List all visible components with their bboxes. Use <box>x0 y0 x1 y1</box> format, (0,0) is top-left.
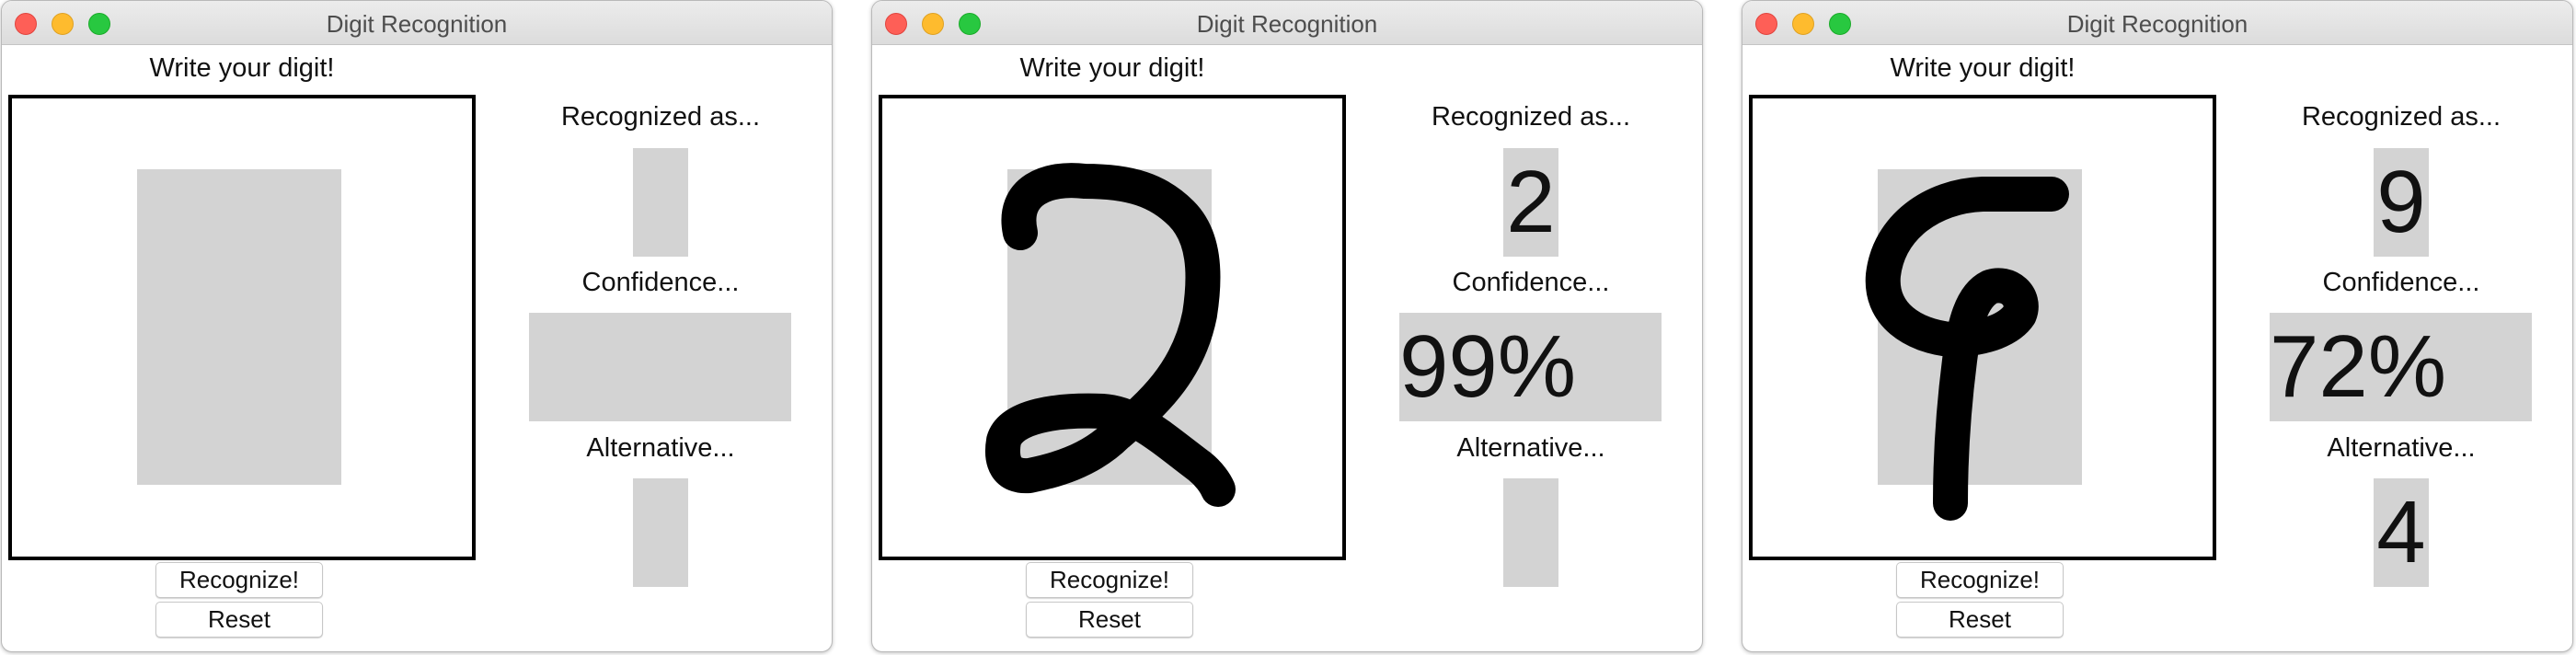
recognized-label: Recognized as... <box>1431 102 1630 132</box>
alternative-value <box>615 478 707 587</box>
alternative-label: Alternative... <box>586 433 735 463</box>
reset-button[interactable]: Reset <box>155 602 323 638</box>
recognized-value <box>615 148 707 257</box>
drawing-canvas[interactable] <box>8 95 476 560</box>
alternative-value <box>1485 478 1577 587</box>
window-3: Digit Recognition Write your digit! Reco… <box>1742 0 2573 652</box>
draw-label: Write your digit! <box>149 53 335 83</box>
handwritten-digit-two <box>985 163 1236 507</box>
window-title: Digit Recognition <box>326 10 508 38</box>
drawing-canvas[interactable] <box>879 95 1346 560</box>
reset-button[interactable]: Reset <box>1896 602 2064 638</box>
recognize-button[interactable]: Recognize! <box>1896 562 2064 598</box>
recognized-box: 2 <box>1503 148 1558 257</box>
confidence-box: 99% <box>1399 313 1662 421</box>
alternative-box <box>1503 478 1558 587</box>
confidence-label: Confidence... <box>581 268 740 297</box>
alternative-label: Alternative... <box>1456 433 1605 463</box>
confidence-label: Confidence... <box>2322 268 2480 297</box>
recognized-value: 2 <box>1506 153 1556 251</box>
confidence-box: 72% <box>2270 313 2532 421</box>
alternative-box <box>633 478 688 587</box>
drawing-canvas[interactable] <box>1749 95 2216 560</box>
window-2: Digit Recognition Write your digit! Reco… <box>871 0 1703 652</box>
draw-label: Write your digit! <box>1019 53 1205 83</box>
window-1: Digit Recognition Write your digit! Reco… <box>1 0 833 652</box>
recognize-button[interactable]: Recognize! <box>1026 562 1193 598</box>
recognized-label: Recognized as... <box>2301 102 2501 132</box>
recognize-button[interactable]: Recognize! <box>155 562 323 598</box>
reset-button[interactable]: Reset <box>1026 602 1193 638</box>
confidence-box <box>529 313 791 421</box>
recognized-label: Recognized as... <box>560 102 760 132</box>
confidence-value <box>529 313 791 421</box>
recognized-value: 9 <box>2376 153 2426 251</box>
title-bar: Digit Recognition <box>2 1 832 45</box>
confidence-label: Confidence... <box>1452 268 1610 297</box>
alternative-value: 4 <box>2376 483 2426 581</box>
window-title: Digit Recognition <box>2066 10 2248 38</box>
alternative-box: 4 <box>2374 478 2429 587</box>
window-title: Digit Recognition <box>1196 10 1378 38</box>
recognized-box: 9 <box>2374 148 2429 257</box>
confidence-value: 99% <box>1399 317 1577 416</box>
handwritten-digit-nine <box>1865 177 2069 521</box>
alternative-label: Alternative... <box>2327 433 2476 463</box>
recognized-box <box>633 148 688 257</box>
draw-label: Write your digit! <box>1890 53 2076 83</box>
confidence-value: 72% <box>2270 317 2447 416</box>
digit-bounding-area <box>137 169 341 485</box>
title-bar: Digit Recognition <box>1742 1 2572 45</box>
title-bar: Digit Recognition <box>872 1 1702 45</box>
